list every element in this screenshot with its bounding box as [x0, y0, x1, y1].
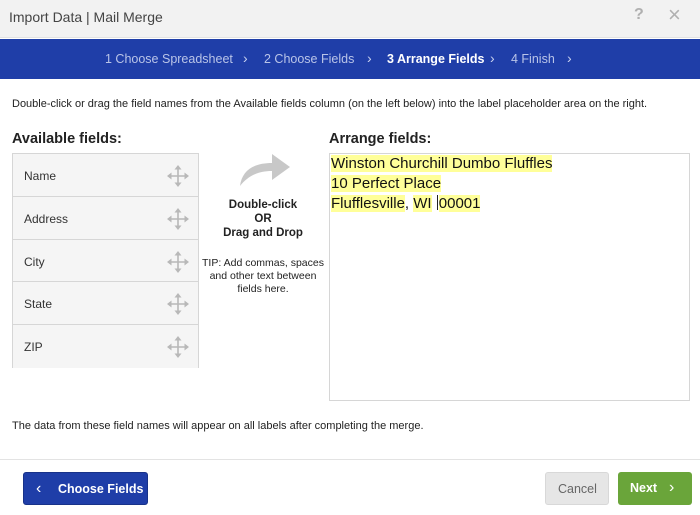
field-zip[interactable]: ZIP — [13, 325, 198, 368]
chevron-right-icon: › — [367, 50, 372, 66]
field-label: State — [24, 297, 53, 312]
wizard-steps: 1 Choose Spreadsheet › 2 Choose Fields ›… — [0, 39, 700, 79]
merge-field-name[interactable]: Winston Churchill Dumbo Fluffles — [331, 155, 553, 172]
next-button[interactable]: Next › — [618, 472, 692, 505]
chevron-right-icon: › — [567, 50, 572, 66]
space-text — [432, 195, 436, 212]
hint-drag-and-drop: Drag and Drop — [223, 227, 303, 239]
next-button-label: Next — [630, 481, 658, 495]
move-icon[interactable] — [167, 293, 189, 316]
cancel-button-label: Cancel — [558, 482, 597, 496]
back-button-label: Choose Fields — [58, 482, 144, 496]
step-arrange-fields[interactable]: 3 Arrange Fields — [387, 52, 485, 66]
curved-arrow-right-icon — [240, 154, 290, 186]
field-name[interactable]: Name — [13, 154, 198, 197]
chevron-right-icon: › — [490, 50, 495, 66]
tip-text: TIP: Add commas, spaces and other text b… — [202, 257, 324, 295]
label-line-2: 10 Perfect Place — [331, 174, 689, 194]
footer-note: The data from these field names will app… — [12, 420, 424, 432]
step-finish[interactable]: 4 Finish — [511, 52, 555, 66]
drag-drop-hint: Double-click OR Drag and Drop — [200, 198, 326, 240]
move-icon[interactable] — [167, 207, 189, 230]
separator-text: , — [404, 195, 414, 212]
field-city[interactable]: City — [13, 239, 198, 283]
chevron-right-icon: › — [243, 50, 248, 66]
close-icon[interactable]: × — [668, 4, 681, 26]
help-icon[interactable]: ? — [634, 6, 644, 24]
merge-field-zip[interactable]: 00001 — [438, 195, 481, 212]
move-icon[interactable] — [167, 250, 189, 273]
chevron-left-icon: ‹ — [36, 480, 42, 497]
label-line-1: Winston Churchill Dumbo Fluffles — [331, 154, 689, 174]
window-title: Import Data | Mail Merge — [9, 9, 163, 25]
label-placeholder-area[interactable]: Winston Churchill Dumbo Fluffles 10 Perf… — [329, 153, 690, 401]
text-cursor — [436, 195, 438, 210]
field-label: Address — [24, 211, 69, 226]
merge-field-city[interactable]: Flufflesville — [331, 195, 405, 212]
field-address[interactable]: Address — [13, 196, 198, 240]
back-button[interactable]: ‹ Choose Fields — [23, 472, 148, 505]
title-bar: Import Data | Mail Merge ? × — [0, 0, 700, 38]
chevron-right-icon: › — [669, 479, 675, 496]
instructions-text: Double-click or drag the field names fro… — [12, 98, 648, 110]
available-fields-list: Name Address City State ZIP — [12, 153, 199, 368]
hint-or: OR — [254, 213, 272, 225]
hint-double-click: Double-click — [228, 199, 298, 211]
field-state[interactable]: State — [13, 282, 198, 326]
field-label: ZIP — [24, 340, 43, 355]
dialog-footer: ‹ Choose Fields Cancel Next › — [0, 459, 700, 515]
arrange-fields-heading: Arrange fields: — [329, 131, 432, 147]
field-label: City — [24, 254, 45, 269]
available-fields-heading: Available fields: — [12, 131, 122, 147]
field-label: Name — [24, 169, 57, 183]
cancel-button[interactable]: Cancel — [545, 472, 609, 505]
move-icon[interactable] — [167, 165, 189, 187]
merge-field-address[interactable]: 10 Perfect Place — [331, 175, 442, 192]
step-choose-fields[interactable]: 2 Choose Fields — [264, 52, 354, 66]
move-icon[interactable] — [167, 336, 189, 359]
merge-field-state[interactable]: WI — [413, 195, 432, 212]
label-line-3: Flufflesville, WI 00001 — [331, 194, 689, 214]
step-choose-spreadsheet[interactable]: 1 Choose Spreadsheet — [105, 52, 233, 66]
